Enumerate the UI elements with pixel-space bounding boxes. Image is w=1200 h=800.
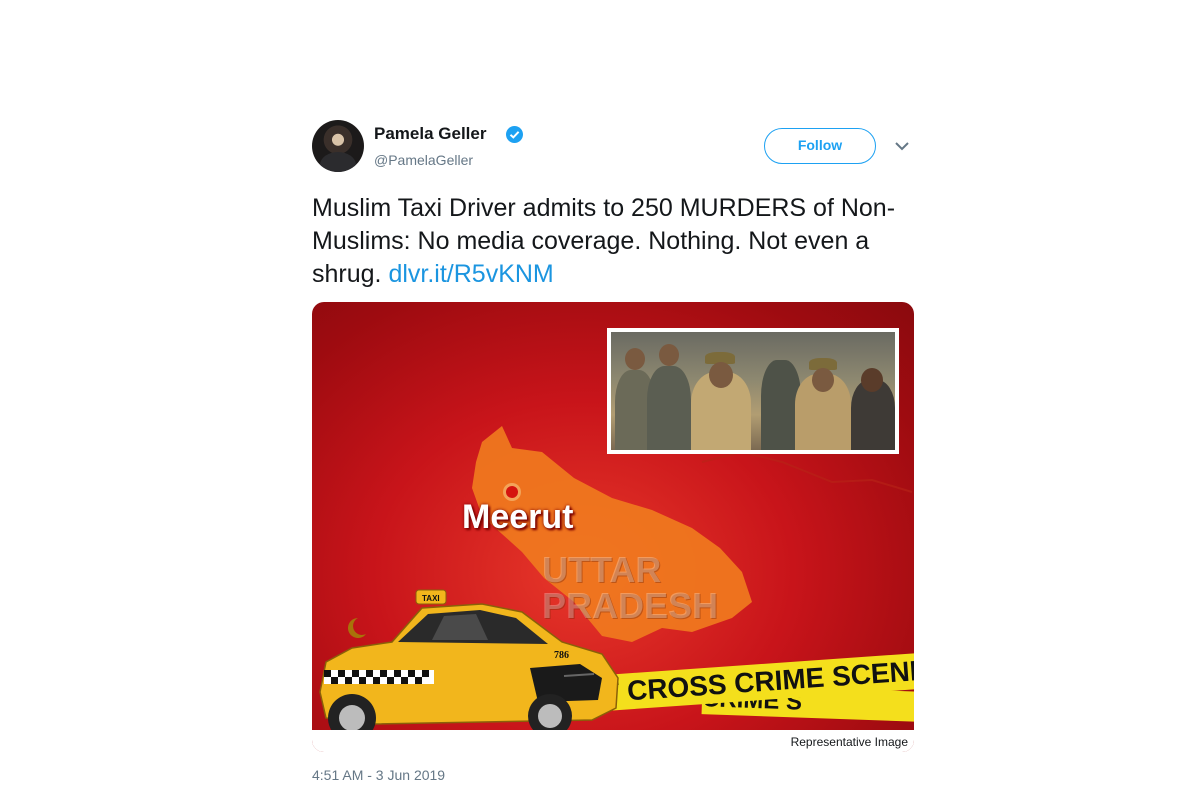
taxi-number: 786	[554, 650, 569, 661]
tweet-timestamp[interactable]: 4:51 AM - 3 Jun 2019	[312, 767, 445, 783]
tweet-media-image[interactable]: Meerut UTTAR PRADESH CRIME S T CROSS CRI…	[312, 302, 914, 752]
avatar[interactable]	[312, 120, 364, 172]
verified-badge-icon	[506, 126, 523, 143]
location-marker-icon	[506, 486, 518, 498]
chevron-down-icon[interactable]	[894, 139, 910, 157]
tweet-card: Pamela Geller @PamelaGeller Follow Musli…	[308, 108, 918, 798]
taxi-sign: TAXI	[422, 594, 440, 603]
police-photo	[611, 332, 895, 450]
image-caption: Representative Image	[790, 735, 908, 749]
avatar-figure	[320, 152, 356, 172]
tweet-text: Muslim Taxi Driver admits to 250 MURDERS…	[312, 192, 912, 291]
follow-button[interactable]: Follow	[764, 128, 876, 164]
place-label: Meerut	[462, 498, 574, 536]
caption-strip: Representative Image	[312, 730, 914, 752]
police-photo-inset	[607, 328, 899, 454]
author-name[interactable]: Pamela Geller	[374, 124, 486, 144]
author-handle[interactable]: @PamelaGeller	[374, 152, 473, 168]
tweet-link[interactable]: dlvr.it/R5vKNM	[388, 260, 553, 288]
taxi-car-image: TAXI 786	[319, 589, 622, 750]
